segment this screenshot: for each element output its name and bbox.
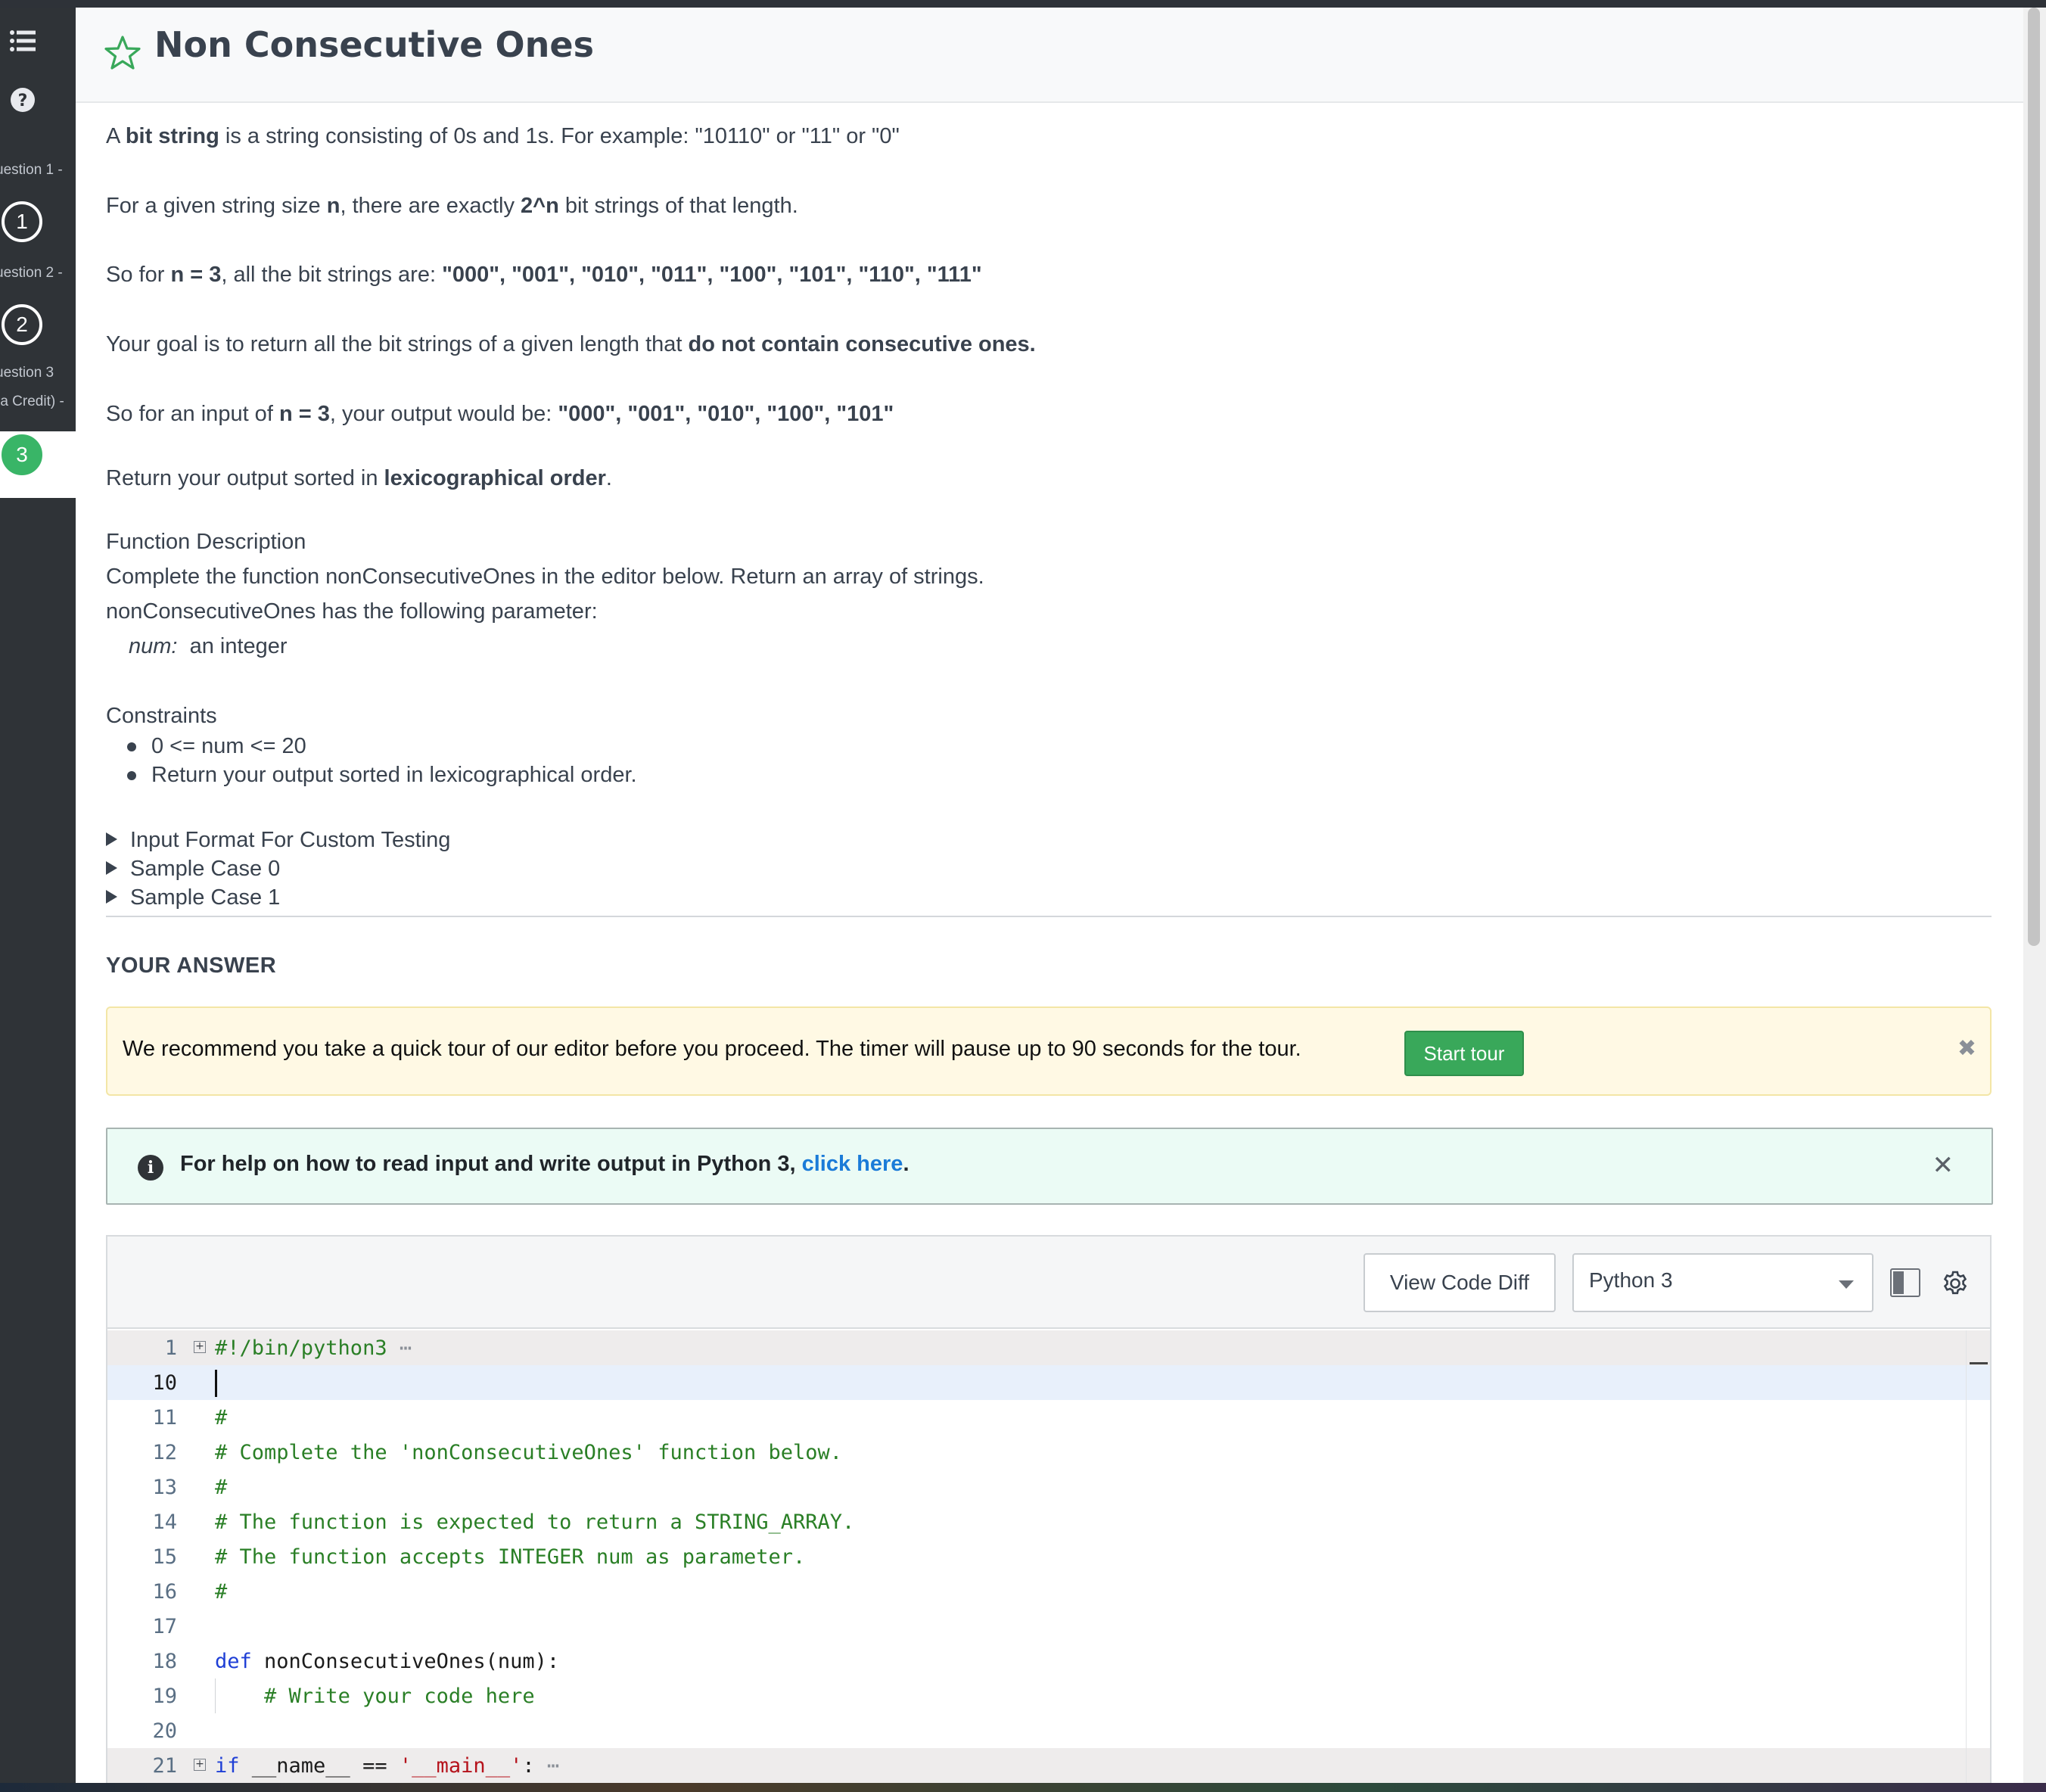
editor-scrollbar[interactable] — [1966, 1330, 1990, 1786]
tour-message: We recommend you take a quick tour of ou… — [123, 1037, 1301, 1061]
parameter-line: num: an integer — [129, 634, 288, 658]
code-line[interactable]: 17 — [107, 1609, 1990, 1644]
bookmark-star-icon[interactable] — [104, 35, 141, 71]
info-icon: i — [138, 1155, 163, 1181]
chevron-down-icon — [1839, 1280, 1854, 1289]
code-line[interactable]: 19 # Write your code here — [107, 1678, 1990, 1713]
line-number: 14 — [152, 1510, 177, 1534]
page-scrollbar[interactable] — [2023, 8, 2046, 1786]
scrollbar-thumb[interactable] — [2028, 8, 2040, 946]
list-icon[interactable] — [8, 26, 38, 56]
text-cursor — [215, 1370, 217, 1397]
fold-toggle-icon[interactable]: + — [194, 1341, 206, 1353]
code-text: # Complete the 'nonConsecutiveOnes' func… — [215, 1441, 843, 1464]
code-text: # The function is expected to return a S… — [215, 1510, 855, 1534]
code-text: # — [215, 1406, 228, 1430]
desktop-strip — [0, 1783, 2046, 1792]
code-text: if __name__ == '__main__': ⋯ — [215, 1754, 560, 1778]
line-number: 19 — [152, 1685, 177, 1708]
toggle-sample-case-1[interactable]: Sample Case 1 — [106, 882, 280, 913]
close-icon[interactable]: ✖ — [1957, 1035, 1976, 1062]
svg-text:?: ? — [18, 92, 28, 110]
fold-toggle-icon[interactable]: + — [194, 1759, 206, 1771]
toggle-input-format[interactable]: Input Format For Custom Testing — [106, 825, 450, 855]
code-line[interactable]: 1 + #!/bin/python3 ⋯ — [107, 1330, 1990, 1365]
parameter-intro: nonConsecutiveOnes has the following par… — [106, 599, 598, 624]
paragraph-example-output: So for an input of n = 3, your output wo… — [106, 402, 894, 426]
code-line[interactable]: 15 # The function accepts INTEGER num as … — [107, 1539, 1990, 1574]
paragraph-string-size: For a given string size n, there are exa… — [106, 194, 798, 218]
question-1-button[interactable]: 1 — [2, 201, 42, 242]
title-bar: Non Consecutive Ones — [76, 8, 2023, 103]
question-2-button[interactable]: 2 — [2, 304, 42, 345]
function-description: Complete the function nonConsecutiveOnes… — [106, 565, 984, 589]
line-number: 15 — [152, 1545, 177, 1569]
code-text: # Write your code here — [264, 1685, 535, 1708]
code-text: # — [215, 1580, 228, 1604]
your-answer-heading: YOUR ANSWER — [106, 954, 277, 978]
question-sidebar: ? uestion 1 - 1 uestion 2 - 2 uestion 3 … — [0, 8, 76, 1792]
code-line[interactable]: 11 # — [107, 1400, 1990, 1435]
line-number: 21 — [152, 1754, 177, 1778]
io-help-banner: i For help on how to read input and writ… — [106, 1128, 1993, 1205]
code-line[interactable]: 14 # The function is expected to return a… — [107, 1504, 1990, 1539]
code-text: # — [215, 1476, 228, 1499]
line-number: 20 — [152, 1719, 177, 1743]
close-icon[interactable]: ✕ — [1933, 1150, 1954, 1181]
question-1-label: uestion 1 - — [0, 162, 63, 178]
expand-triangle-icon — [106, 861, 117, 875]
paragraph-goal: Your goal is to return all the bit strin… — [106, 332, 1036, 356]
view-code-diff-button[interactable]: View Code Diff — [1363, 1253, 1556, 1312]
paragraph-bit-string: A bit string is a string consisting of 0… — [106, 124, 900, 148]
help-icon[interactable]: ? — [8, 85, 38, 115]
code-editor: View Code Diff Python 3 1 + #!/bin/python3… — [106, 1235, 1992, 1786]
line-number: 12 — [152, 1441, 177, 1464]
question-3-label-extra: ra Credit) - — [0, 394, 64, 409]
code-line[interactable]: 21 + if __name__ == '__main__': ⋯ — [107, 1748, 1990, 1783]
help-message: For help on how to read input and write … — [180, 1152, 910, 1176]
language-value: Python 3 — [1589, 1268, 1673, 1292]
question-3-button[interactable]: 3 — [2, 434, 42, 475]
section-divider — [106, 916, 1992, 917]
code-line[interactable]: 20 — [107, 1713, 1990, 1748]
code-text: #!/bin/python3 ⋯ — [215, 1336, 412, 1360]
toggle-sample-case-0[interactable]: Sample Case 0 — [106, 854, 280, 884]
click-here-link[interactable]: click here — [802, 1152, 903, 1176]
line-number: 11 — [152, 1406, 177, 1430]
line-number: 17 — [152, 1615, 177, 1638]
start-tour-button[interactable]: Start tour — [1404, 1031, 1524, 1076]
line-number: 10 — [152, 1371, 177, 1395]
function-description-heading: Function Description — [106, 530, 306, 554]
top-bar — [0, 0, 2046, 8]
code-line[interactable]: 18 def nonConsecutiveOnes(num): — [107, 1644, 1990, 1678]
constraints-heading: Constraints — [106, 704, 217, 728]
code-line[interactable]: 13 # — [107, 1470, 1990, 1504]
code-line[interactable]: 10 — [107, 1365, 1990, 1400]
line-number: 18 — [152, 1650, 177, 1673]
paragraph-example-all: So for n = 3, all the bit strings are: "… — [106, 263, 982, 287]
code-text: # The function accepts INTEGER num as pa… — [215, 1545, 806, 1569]
page-title: Non Consecutive Ones — [154, 24, 594, 65]
language-select[interactable]: Python 3 — [1572, 1253, 1873, 1312]
line-number: 16 — [152, 1580, 177, 1604]
code-line[interactable]: 12 # Complete the 'nonConsecutiveOnes' fu… — [107, 1435, 1990, 1470]
layout-toggle-icon[interactable] — [1890, 1268, 1920, 1297]
expand-triangle-icon — [106, 890, 117, 904]
paragraph-sort-order: Return your output sorted in lexicograph… — [106, 466, 612, 490]
expand-triangle-icon — [106, 832, 117, 846]
question-2-label: uestion 2 - — [0, 265, 63, 281]
main-panel: Non Consecutive Ones A bit string is a s… — [76, 8, 2023, 1786]
question-3-label: uestion 3 — [0, 365, 54, 381]
editor-toolbar: View Code Diff Python 3 — [107, 1237, 1990, 1329]
gear-icon[interactable] — [1942, 1270, 1969, 1297]
line-number: 1 — [164, 1336, 177, 1360]
line-number: 13 — [152, 1476, 177, 1499]
code-area[interactable]: 1 + #!/bin/python3 ⋯ 10 11 #12 # Complete the … — [107, 1330, 1990, 1786]
editor-tour-banner: We recommend you take a quick tour of ou… — [106, 1006, 1992, 1096]
code-text: def nonConsecutiveOnes(num): — [215, 1650, 560, 1673]
code-line[interactable]: 16 # — [107, 1574, 1990, 1609]
